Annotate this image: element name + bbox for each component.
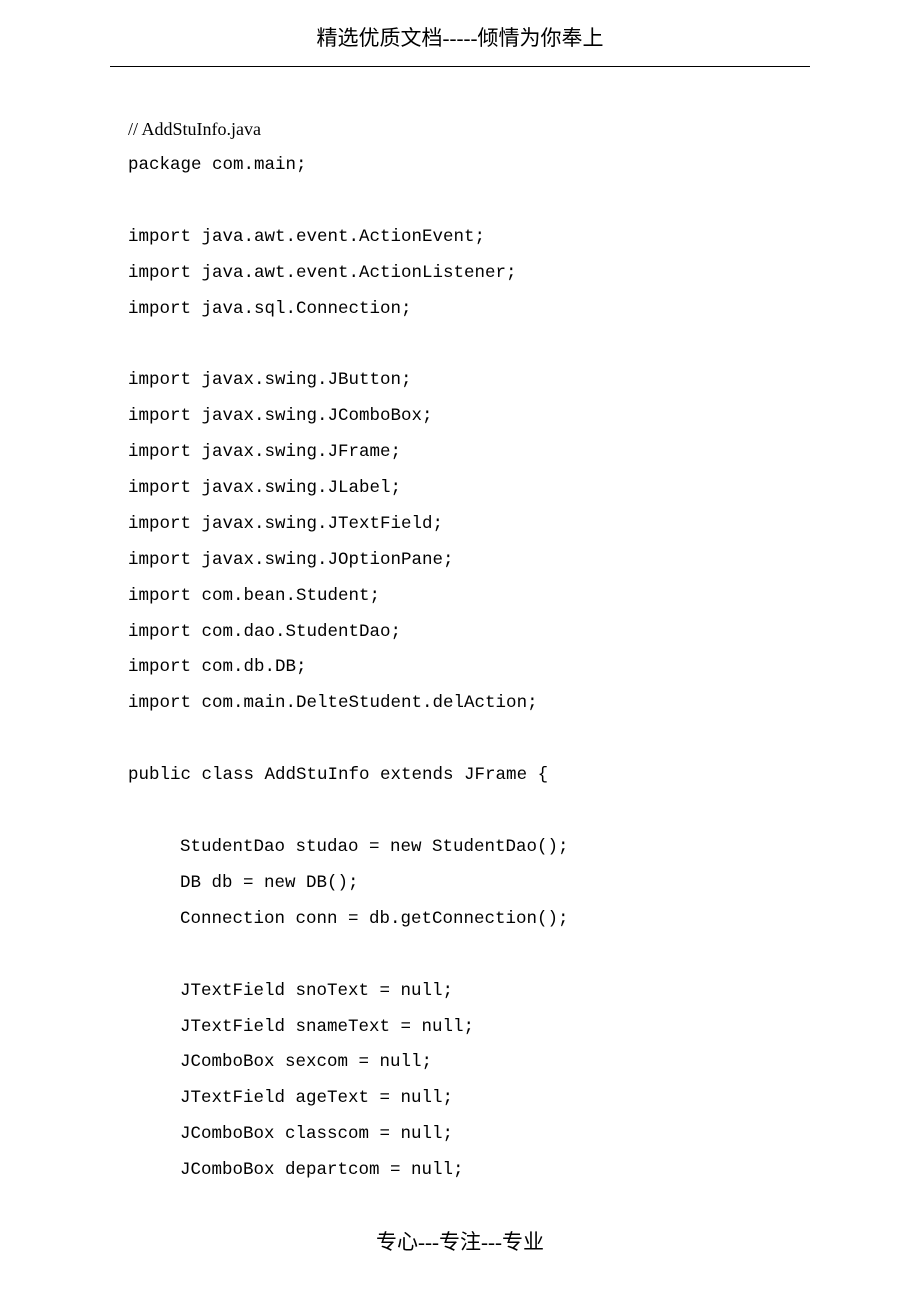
code-line: import javax.swing.JOptionPane; [128, 543, 810, 579]
code-line: import com.bean.Student; [128, 579, 810, 615]
code-line: public class AddStuInfo extends JFrame { [128, 758, 810, 794]
code-line: import java.awt.event.ActionEvent; [128, 220, 810, 256]
code-comment: // AddStuInfo.java [128, 111, 810, 148]
page-footer: 专心---专注---专业 [0, 1226, 920, 1256]
code-line: JTextField ageText = null; [128, 1081, 810, 1117]
code-line: JComboBox classcom = null; [128, 1117, 810, 1153]
code-line: DB db = new DB(); [128, 866, 810, 902]
blank-line [128, 938, 810, 974]
blank-line [128, 184, 810, 220]
footer-text: 专心---专注---专业 [376, 1230, 544, 1254]
code-line: JComboBox sexcom = null; [128, 1045, 810, 1081]
code-line: JTextField snameText = null; [128, 1010, 810, 1046]
page-header: 精选优质文档-----倾情为你奉上 [0, 0, 920, 52]
code-line: Connection conn = db.getConnection(); [128, 902, 810, 938]
code-line: import javax.swing.JLabel; [128, 471, 810, 507]
code-line: import javax.swing.JFrame; [128, 435, 810, 471]
code-line: StudentDao studao = new StudentDao(); [128, 830, 810, 866]
code-line: import com.db.DB; [128, 650, 810, 686]
document-content: // AddStuInfo.java package com.main; imp… [0, 67, 920, 1189]
code-line: import javax.swing.JComboBox; [128, 399, 810, 435]
code-line: import com.dao.StudentDao; [128, 615, 810, 651]
code-line: import java.sql.Connection; [128, 292, 810, 328]
code-line: package com.main; [128, 148, 810, 184]
code-line: import javax.swing.JButton; [128, 363, 810, 399]
blank-line [128, 722, 810, 758]
blank-line [128, 794, 810, 830]
code-line: import java.awt.event.ActionListener; [128, 256, 810, 292]
code-line: JTextField snoText = null; [128, 974, 810, 1010]
code-line: JComboBox departcom = null; [128, 1153, 810, 1189]
header-text: 精选优质文档-----倾情为你奉上 [317, 26, 604, 50]
code-line: import javax.swing.JTextField; [128, 507, 810, 543]
blank-line [128, 327, 810, 363]
code-line: import com.main.DelteStudent.delAction; [128, 686, 810, 722]
